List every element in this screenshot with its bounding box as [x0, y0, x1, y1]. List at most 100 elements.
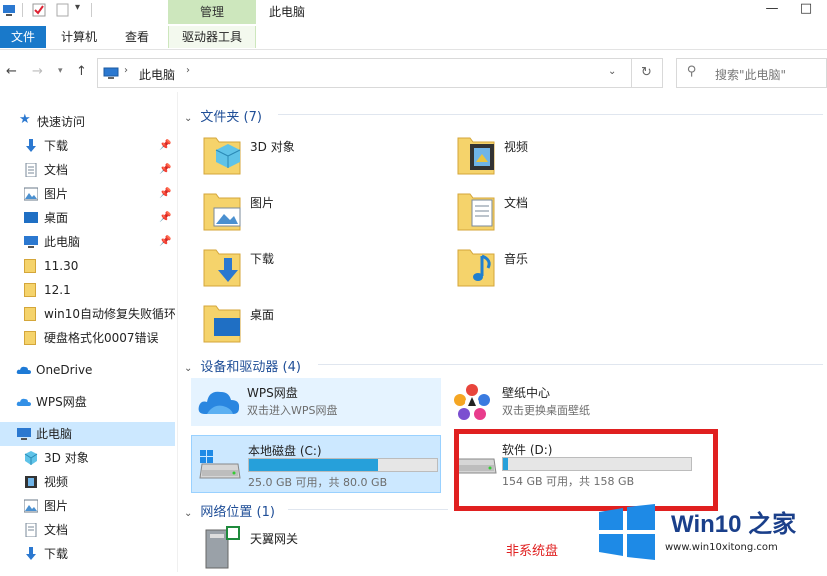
tab-computer[interactable]: 计算机: [52, 26, 106, 48]
nav-item-downloads[interactable]: 下载 📌: [0, 134, 175, 158]
folder-download-icon: [203, 249, 241, 287]
nav-label: 12.1: [44, 283, 71, 297]
device-wallpaper-center[interactable]: 壁纸中心 双击更换桌面壁纸: [446, 378, 696, 426]
folder-tile-videos[interactable]: 视频: [454, 132, 674, 184]
nav-item-documents[interactable]: 文档 📌: [0, 158, 175, 182]
nav-item-downloads[interactable]: 下载: [0, 542, 175, 566]
folder-tile-pictures[interactable]: 图片: [200, 188, 420, 240]
nav-item-folder[interactable]: 硬盘格式化0007错误: [0, 326, 175, 350]
new-folder-icon[interactable]: [56, 3, 70, 17]
folder-label: 音乐: [504, 252, 529, 266]
folder-tile-downloads[interactable]: 下载: [200, 244, 420, 296]
breadcrumb[interactable]: 此电脑: [139, 66, 175, 83]
group-divider: [318, 364, 823, 365]
device-wps-drive[interactable]: WPS网盘 双击进入WPS网盘: [191, 378, 441, 426]
nav-label: win10自动修复失败循环: [44, 307, 175, 321]
search-input[interactable]: 搜索"此电脑": [715, 66, 786, 83]
folder-icon: [24, 283, 36, 297]
breadcrumb-separator-icon[interactable]: ›: [124, 65, 128, 76]
qat-customize-icon[interactable]: ▾: [75, 2, 80, 13]
breadcrumb-separator-icon[interactable]: ›: [186, 65, 190, 76]
address-bar[interactable]: › 此电脑 › ⌄ ↻: [97, 58, 663, 88]
nav-item-folder[interactable]: 12.1: [0, 278, 175, 302]
device-name: 壁纸中心: [502, 386, 551, 400]
drive-usage-fill: [249, 459, 379, 471]
navigation-pane: ★ 快速访问 下载 📌 文档 📌 图片 📌 桌面 📌 此电脑 📌 11.30 1…: [0, 100, 177, 572]
chevron-down-icon: ⌄: [184, 508, 193, 519]
pin-icon[interactable]: 📌: [159, 134, 171, 158]
picture-icon: [24, 499, 38, 513]
tab-file[interactable]: 文件: [0, 26, 46, 48]
drive-c[interactable]: 本地磁盘 (C:) 25.0 GB 可用，共 80.0 GB: [191, 435, 441, 493]
nav-item-this-pc-pinned[interactable]: 此电脑 📌: [0, 230, 175, 254]
watermark-brand: Win10 之家: [671, 511, 797, 538]
pin-icon[interactable]: 📌: [159, 230, 171, 254]
nav-label: 文档: [44, 523, 69, 537]
wallpaper-center-icon: [454, 384, 490, 420]
folder-tile-3d[interactable]: 3D 对象: [200, 132, 420, 184]
search-box[interactable]: ⚲ 搜索"此电脑": [676, 58, 827, 88]
nav-item-videos[interactable]: 视频: [0, 470, 175, 494]
nav-item-3d[interactable]: 3D 对象: [0, 446, 175, 470]
properties-icon[interactable]: [32, 3, 46, 17]
maximize-button[interactable]: □: [786, 0, 826, 20]
search-icon: ⚲: [687, 64, 697, 79]
forward-button[interactable]: →: [32, 64, 43, 79]
divider: [631, 59, 632, 87]
refresh-icon[interactable]: ↻: [641, 65, 652, 80]
nav-label: 快速访问: [37, 115, 86, 129]
chevron-down-icon: ⌄: [184, 363, 193, 374]
network-item-gateway[interactable]: 天翼网关: [200, 524, 420, 576]
network-device-icon: [205, 526, 240, 569]
nav-label: 下载: [44, 139, 69, 153]
group-divider: [278, 114, 823, 115]
ribbon: ▾ 管理 此电脑 — □ 文件 计算机 查看 驱动器工具: [0, 0, 827, 50]
download-icon: [26, 139, 36, 152]
group-title: 设备和驱动器 (4): [200, 360, 301, 375]
computer-icon[interactable]: [2, 3, 16, 17]
pin-icon[interactable]: 📌: [159, 206, 171, 230]
tab-view[interactable]: 查看: [114, 26, 160, 48]
group-header-devices[interactable]: ⌄ 设备和驱动器 (4): [184, 356, 301, 375]
download-icon: [26, 547, 36, 560]
drive-usage-bar: [248, 458, 438, 472]
back-button[interactable]: ←: [6, 64, 17, 79]
nav-wps[interactable]: WPS网盘: [0, 390, 175, 414]
nav-item-desktop[interactable]: 桌面 📌: [0, 206, 175, 230]
nav-label: 3D 对象: [44, 451, 89, 465]
video-icon: [25, 476, 37, 488]
nav-quick-access[interactable]: ★ 快速访问: [0, 110, 175, 134]
nav-label: 桌面: [44, 211, 69, 225]
nav-label: 下载: [44, 547, 69, 561]
folder-tile-documents[interactable]: 文档: [454, 188, 674, 240]
tab-drive-tools[interactable]: 驱动器工具: [168, 26, 256, 48]
nav-onedrive[interactable]: OneDrive: [0, 358, 175, 382]
watermark: Win10 之家 www.win10xitong.com: [597, 498, 827, 568]
folder-label: 视频: [504, 140, 529, 154]
nav-label: 视频: [44, 475, 69, 489]
nav-item-pictures[interactable]: 图片: [0, 494, 175, 518]
pin-icon[interactable]: 📌: [159, 182, 171, 206]
group-header-folders[interactable]: ⌄ 文件夹 (7): [184, 106, 262, 125]
drive-name: 本地磁盘 (C:): [248, 444, 322, 458]
nav-this-pc[interactable]: 此电脑: [0, 422, 175, 446]
nav-item-folder[interactable]: win10自动修复失败循环: [0, 302, 175, 326]
group-header-network[interactable]: ⌄ 网络位置 (1): [184, 501, 275, 520]
folder-label: 下载: [250, 252, 275, 266]
address-dropdown-icon[interactable]: ⌄: [608, 66, 616, 77]
pin-icon[interactable]: 📌: [159, 158, 171, 182]
folder-label: 3D 对象: [250, 140, 295, 154]
nav-item-pictures[interactable]: 图片 📌: [0, 182, 175, 206]
nav-label: OneDrive: [36, 363, 93, 377]
folder-tile-desktop[interactable]: 桌面: [200, 300, 420, 352]
up-button[interactable]: ↑: [76, 64, 87, 79]
folder-tile-music[interactable]: 音乐: [454, 244, 674, 296]
nav-label: 文档: [44, 163, 69, 177]
desktop-icon: [24, 212, 38, 223]
nav-item-documents[interactable]: 文档: [0, 518, 175, 542]
recent-locations-button[interactable]: ▾: [58, 66, 63, 76]
nav-item-folder[interactable]: 11.30: [0, 254, 175, 278]
cloud-icon: [198, 391, 240, 414]
cloud-icon: [16, 398, 31, 406]
folder-label: 图片: [250, 196, 275, 210]
